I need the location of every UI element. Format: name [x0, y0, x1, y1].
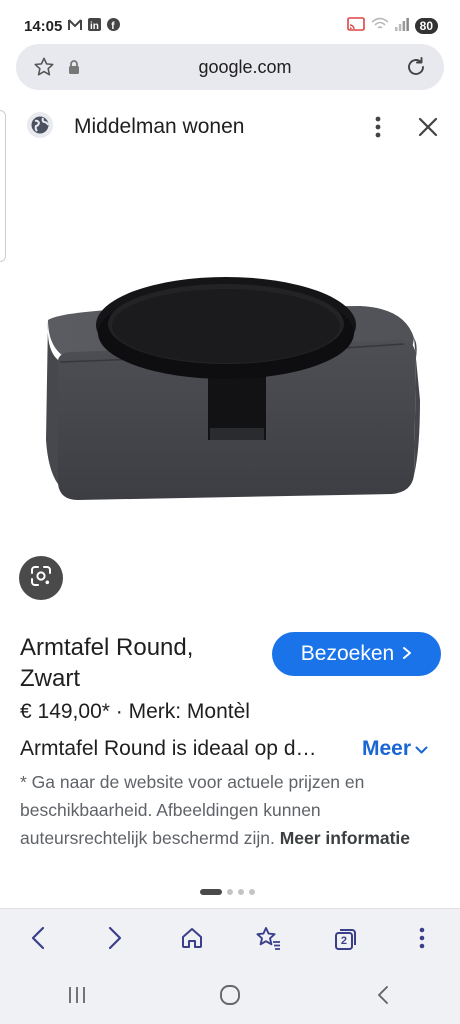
- battery-indicator: 80: [414, 18, 438, 34]
- recent-apps-button[interactable]: [55, 975, 99, 1019]
- menu-button[interactable]: [400, 918, 444, 962]
- home-icon: [180, 926, 204, 955]
- home-circle-icon: [219, 984, 241, 1011]
- chevron-down-icon: [415, 737, 428, 761]
- tabs-icon: 2: [333, 928, 357, 952]
- more-vertical-icon: [419, 927, 425, 954]
- browser-toolbar: 2: [0, 908, 460, 971]
- tabs-button[interactable]: 2: [323, 918, 367, 962]
- price-brand-line: € 149,00* · Merk: Montèl: [20, 700, 250, 723]
- carousel-pager: [200, 889, 255, 895]
- pager-dot: [249, 889, 255, 895]
- home-button[interactable]: [170, 918, 214, 962]
- back-nav-icon: [377, 985, 389, 1010]
- back-button[interactable]: [16, 918, 60, 962]
- more-info-link[interactable]: Meer informatie: [280, 828, 410, 848]
- facebook-icon: f: [107, 18, 121, 34]
- disclaimer: * Ga naar de website voor actuele prijze…: [20, 768, 440, 852]
- pager-dot: [238, 889, 244, 895]
- linkedin-icon: in: [88, 18, 102, 34]
- visit-button-label: Bezoeken: [300, 642, 395, 665]
- tabs-count: 2: [340, 935, 348, 947]
- url-bar[interactable]: google.com: [16, 44, 444, 90]
- recent-apps-icon: [67, 986, 87, 1009]
- signal-icon: [394, 17, 409, 35]
- system-nav-bar: [0, 970, 460, 1024]
- forward-button[interactable]: [93, 918, 137, 962]
- globe-icon: [26, 111, 54, 144]
- back-nav-button[interactable]: [361, 975, 405, 1019]
- visit-button[interactable]: Bezoeken: [272, 632, 441, 676]
- description-text: Armtafel Round is ideaal op d…: [20, 737, 317, 760]
- site-name: Middelman wonen: [74, 115, 245, 138]
- gmail-icon: [68, 18, 83, 34]
- pager-dot: [227, 889, 233, 895]
- bookmark-list-icon: [255, 926, 281, 955]
- wifi-icon: [371, 17, 389, 35]
- google-lens-button[interactable]: [19, 556, 63, 600]
- home-nav-button[interactable]: [208, 975, 252, 1019]
- cast-icon: [346, 17, 365, 35]
- status-time: 14:05: [24, 17, 63, 35]
- more-options-icon[interactable]: [358, 116, 398, 138]
- product-title: Armtafel Round, Zwart: [20, 634, 194, 692]
- more-link[interactable]: Meer: [362, 737, 428, 761]
- close-icon[interactable]: [398, 117, 438, 137]
- bookmark-star-icon[interactable]: [32, 56, 56, 78]
- chevron-right-icon: [402, 642, 412, 666]
- bookmarks-button[interactable]: [246, 918, 290, 962]
- reload-icon[interactable]: [404, 55, 428, 79]
- more-link-label: Meer: [362, 737, 412, 760]
- sheet-header: Middelman wonen: [0, 96, 460, 158]
- description-line: Armtafel Round is ideaal op d… Meer: [20, 734, 440, 764]
- pager-dot-active: [200, 889, 222, 895]
- lens-icon: [29, 564, 53, 593]
- url-text[interactable]: google.com: [86, 57, 404, 78]
- back-icon: [31, 926, 45, 955]
- product-image[interactable]: [0, 200, 460, 520]
- svg-text:in: in: [90, 21, 99, 31]
- lock-icon[interactable]: [62, 59, 86, 75]
- forward-icon: [108, 926, 122, 955]
